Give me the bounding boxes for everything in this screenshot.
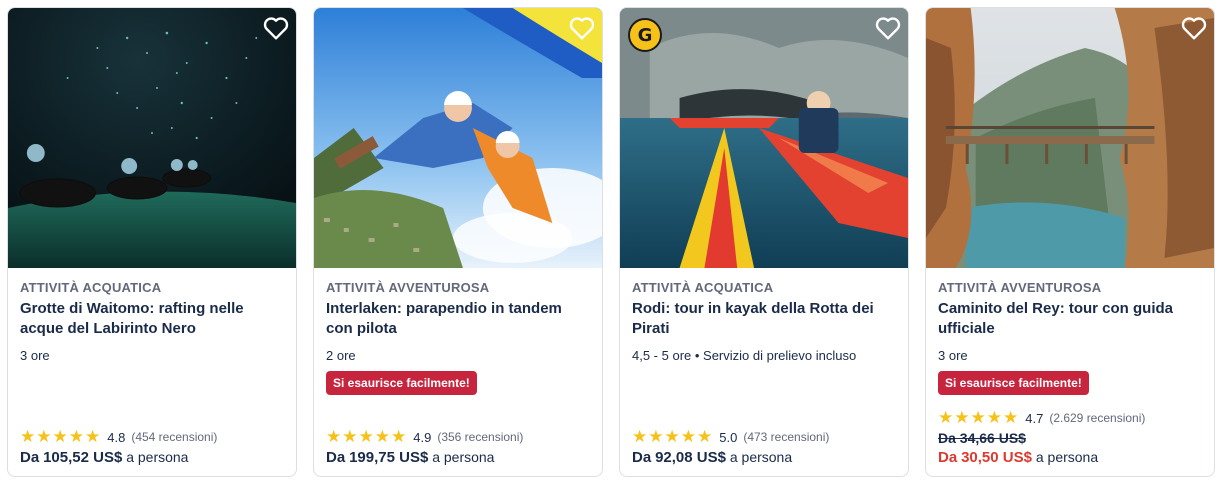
cave-glowworms-image [8,8,296,268]
activity-category: ATTIVITÀ AVVENTUROSA [938,280,1102,295]
wishlist-heart-icon[interactable] [262,14,290,42]
activity-duration: 3 ore [20,348,50,363]
review-count: (356 recensioni) [437,430,524,444]
review-count: (2.629 recensioni) [1049,411,1146,425]
price-suffix: a persona [432,449,495,465]
rating-row: ★ ★ ★ ★ ★ 4.9 (356 recensioni) [326,427,590,447]
wishlist-heart-icon[interactable] [568,14,596,42]
activity-category: ATTIVITÀ ACQUATICA [632,280,774,295]
activity-card-caminito[interactable]: ATTIVITÀ AVVENTUROSA Caminito del Rey: t… [925,7,1215,477]
activity-title[interactable]: Caminito del Rey: tour con guida ufficia… [938,299,1202,339]
star-rating-icon: ★ ★ ★ ★ ★ [632,427,713,447]
price-value: 92,08 US$ [655,449,726,466]
price-value: 199,75 US$ [349,449,429,466]
rating-row: ★ ★ ★ ★ ★ 4.8 (454 recensioni) [20,427,284,447]
rating-value: 4.8 [107,429,126,445]
activity-duration: 3 ore [938,348,968,363]
price-suffix: a persona [126,449,189,465]
activity-card-grid: ATTIVITÀ ACQUATICA Grotte di Waitomo: ra… [0,0,1219,484]
price-prefix: Da [20,449,40,466]
activity-card-rodi[interactable]: G ATTIVITÀ ACQUATICA Rodi: tour in kayak… [619,7,909,477]
kayak-image: G [620,8,908,268]
price-row: Da 30,50 US$ a persona [938,449,1202,466]
selling-fast-badge: Si esaurisce facilmente! [938,371,1089,395]
price-prefix: Da [632,449,652,466]
wishlist-heart-icon[interactable] [874,14,902,42]
activity-card-interlaken[interactable]: ATTIVITÀ AVVENTUROSA Interlaken: parapen… [313,7,603,477]
rating-value: 4.7 [1025,410,1044,426]
rating-value: 4.9 [413,429,432,445]
original-price: Da 34,66 US$ [938,430,1026,446]
rating-value: 5.0 [719,429,738,445]
review-count: (454 recensioni) [131,430,218,444]
price-row: Da 199,75 US$ a persona [326,449,590,466]
activity-card-waitomo[interactable]: ATTIVITÀ ACQUATICA Grotte di Waitomo: ra… [7,7,297,477]
activity-duration: 2 ore [326,348,356,363]
paragliding-image [314,8,602,268]
bridge-gorge-image [926,8,1214,268]
selling-fast-badge: Si esaurisce facilmente! [326,371,477,395]
activity-title[interactable]: Grotte di Waitomo: rafting nelle acque d… [20,299,284,339]
activity-title[interactable]: Interlaken: parapendio in tandem con pil… [326,299,590,339]
activity-duration: 4,5 - 5 ore • Servizio di prelievo inclu… [632,348,857,363]
price-suffix: a persona [1035,449,1099,465]
price-prefix: Da [326,449,346,466]
activity-category: ATTIVITÀ AVVENTUROSA [326,280,490,295]
guaranteed-badge-icon: G [628,18,662,52]
rating-row: ★ ★ ★ ★ ★ 4.7 (2.629 recensioni) [938,408,1202,428]
star-rating-icon: ★ ★ ★ ★ ★ [326,427,407,447]
price-prefix: Da [938,449,958,466]
price-suffix: a persona [729,449,793,465]
activity-title[interactable]: Rodi: tour in kayak della Rotta dei Pira… [632,299,896,339]
activity-category: ATTIVITÀ ACQUATICA [20,280,162,295]
star-rating-icon: ★ ★ ★ ★ ★ [938,408,1019,428]
wishlist-heart-icon[interactable] [1180,14,1208,42]
review-count: (473 recensioni) [743,430,830,444]
price-row: Da 105,52 US$ a persona [20,449,284,466]
star-rating-icon: ★ ★ ★ ★ ★ [20,427,101,447]
price-row: Da 92,08 US$ a persona [632,449,896,466]
price-value: 105,52 US$ [43,449,123,466]
sale-price-value: 30,50 US$ [961,449,1032,466]
rating-row: ★ ★ ★ ★ ★ 5.0 (473 recensioni) [632,427,896,447]
